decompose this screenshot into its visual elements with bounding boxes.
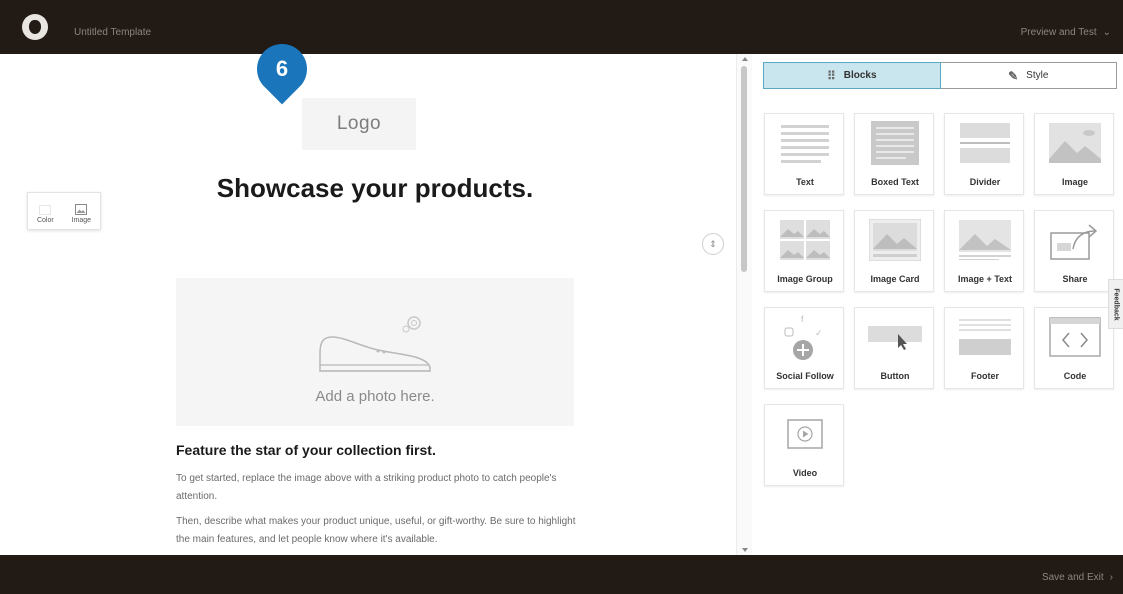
block-label: Social Follow: [776, 371, 834, 381]
boxed-text-icon: [855, 114, 935, 172]
block-label: Button: [880, 371, 910, 381]
scroll-down-icon[interactable]: [742, 548, 748, 552]
image-group-icon: [765, 211, 845, 269]
block-image-text[interactable]: Image + Text: [944, 210, 1024, 292]
background-tool: Color Image: [27, 192, 101, 230]
svg-text:f: f: [801, 314, 804, 324]
step-badge: 6: [246, 33, 318, 105]
grid-icon: ⠿: [826, 68, 836, 83]
body-paragraph[interactable]: Then, describe what makes your product u…: [176, 513, 576, 549]
image-card-icon: [855, 211, 935, 269]
step-number: 6: [275, 56, 289, 81]
block-label: Image Card: [870, 274, 920, 284]
social-follow-icon: f ✓: [765, 308, 845, 366]
preview-label: Preview and Test: [1020, 27, 1097, 38]
block-label: Footer: [971, 371, 999, 381]
save-and-exit-button[interactable]: Save and Exit ›: [1042, 572, 1113, 583]
tab-blocks[interactable]: ⠿ Blocks: [763, 62, 941, 89]
bottom-bar: Save and Exit ›: [0, 555, 1123, 594]
chevron-down-icon: ⌄: [1102, 27, 1111, 38]
save-label: Save and Exit: [1041, 572, 1104, 583]
block-label: Code: [1063, 371, 1087, 381]
image-option[interactable]: Image: [72, 204, 91, 224]
block-code[interactable]: Code: [1034, 307, 1114, 389]
body-paragraph[interactable]: To get started, replace the image above …: [176, 470, 576, 506]
button-block-icon: [855, 308, 935, 366]
block-label: Divider: [969, 177, 1001, 187]
brush-icon: ✎: [1008, 68, 1019, 83]
block-social-follow[interactable]: f ✓ Social Follow: [764, 307, 844, 389]
image-text-icon: [945, 211, 1025, 269]
feature-title[interactable]: Feature the star of your collection firs…: [176, 442, 436, 458]
divider-icon: [945, 114, 1025, 172]
footer-icon: [945, 308, 1025, 366]
share-icon: [1035, 211, 1115, 269]
block-button[interactable]: Button: [854, 307, 934, 389]
block-text[interactable]: Text: [764, 113, 844, 195]
color-option[interactable]: Color: [37, 205, 54, 224]
block-share[interactable]: Share: [1034, 210, 1114, 292]
block-video[interactable]: Video: [764, 404, 844, 486]
block-divider[interactable]: Divider: [944, 113, 1024, 195]
block-label: Image Group: [777, 274, 833, 284]
feedback-label: Feedback: [1112, 287, 1120, 321]
tab-style[interactable]: ✎ Style: [940, 62, 1117, 89]
preview-and-test-button[interactable]: Preview and Test ⌄: [1021, 27, 1111, 38]
block-label: Image + Text: [957, 274, 1013, 284]
feedback-tab[interactable]: Feedback: [1108, 279, 1123, 329]
block-label: Image: [1061, 177, 1088, 187]
svg-text:✓: ✓: [815, 328, 823, 338]
reorder-handle-icon[interactable]: ⇕: [702, 233, 724, 255]
block-image[interactable]: Image: [1034, 113, 1114, 195]
tab-label: Style: [1026, 70, 1049, 81]
blocks-panel: ⠿ Blocks ✎ Style Text Boxed Text Divider…: [753, 54, 1123, 555]
image-icon: [1035, 114, 1115, 172]
text-block-icon: [765, 114, 845, 172]
shoe-icon: [319, 316, 431, 372]
template-title[interactable]: Untitled Template: [74, 27, 151, 38]
top-bar: Untitled Template Preview and Test ⌄: [0, 0, 1123, 54]
block-image-card[interactable]: Image Card: [854, 210, 934, 292]
scrollbar-thumb[interactable]: [741, 66, 747, 272]
code-icon: [1035, 308, 1115, 366]
logo-placeholder[interactable]: Logo: [302, 98, 416, 150]
image-label: Image: [71, 217, 92, 224]
photo-placeholder-label: Add a photo here.: [315, 388, 435, 405]
video-icon: [765, 405, 845, 463]
block-image-group[interactable]: Image Group: [764, 210, 844, 292]
color-label: Color: [36, 217, 54, 224]
block-label: Boxed Text: [871, 177, 919, 187]
block-label: Video: [792, 468, 818, 478]
mailchimp-logo-icon[interactable]: [22, 14, 48, 40]
canvas-scrollbar[interactable]: [736, 54, 752, 555]
block-label: Text: [796, 177, 814, 187]
image-icon: [75, 204, 88, 215]
tab-label: Blocks: [843, 70, 877, 81]
email-headline[interactable]: Showcase your products.: [170, 173, 580, 204]
scroll-up-icon[interactable]: [742, 57, 748, 61]
color-swatch-icon: [39, 205, 52, 215]
chevron-right-icon: ›: [1109, 572, 1113, 583]
panel-tabs: ⠿ Blocks ✎ Style: [763, 62, 1117, 89]
block-boxed-text[interactable]: Boxed Text: [854, 113, 934, 195]
block-label: Share: [1062, 274, 1088, 284]
block-footer[interactable]: Footer: [944, 307, 1024, 389]
photo-placeholder[interactable]: Add a photo here.: [176, 278, 574, 426]
